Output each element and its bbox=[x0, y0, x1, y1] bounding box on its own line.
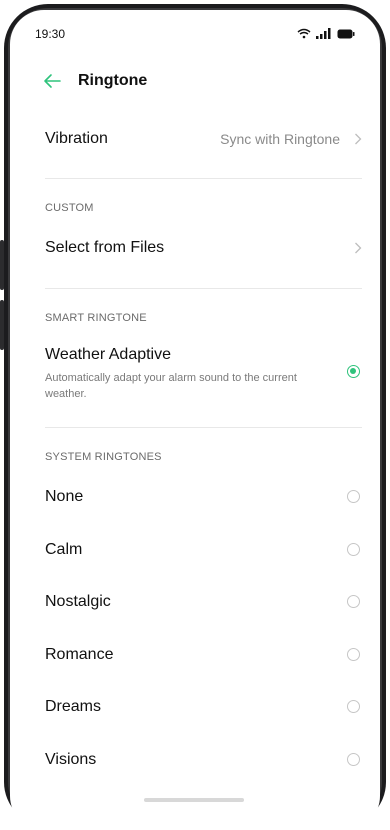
chevron-right-icon bbox=[355, 242, 362, 254]
ringtone-radio-dreams[interactable] bbox=[347, 700, 360, 713]
vibration-value: Sync with Ringtone bbox=[220, 131, 340, 147]
section-smart-ringtone: SMART RINGTONE bbox=[45, 312, 147, 324]
chevron-right-icon bbox=[355, 133, 362, 145]
vibration-label: Vibration bbox=[45, 130, 108, 147]
ringtone-item-nostalgic[interactable]: Nostalgic bbox=[45, 590, 362, 614]
app-header: Ringtone bbox=[42, 68, 147, 94]
ringtone-item-none[interactable]: None bbox=[45, 485, 362, 509]
divider bbox=[45, 427, 362, 428]
section-custom: CUSTOM bbox=[45, 202, 94, 214]
back-arrow-icon[interactable] bbox=[42, 71, 62, 91]
power-button bbox=[0, 300, 4, 350]
ringtone-label: Dreams bbox=[45, 698, 102, 715]
ringtone-item-calm[interactable]: Calm bbox=[45, 538, 362, 562]
divider bbox=[45, 288, 362, 289]
home-indicator[interactable] bbox=[144, 798, 244, 802]
ringtone-item-visions[interactable]: Visions bbox=[45, 748, 362, 772]
ringtone-item-dreams[interactable]: Dreams bbox=[45, 695, 362, 719]
weather-adaptive-row[interactable]: Weather Adaptive bbox=[45, 343, 362, 367]
weather-adaptive-radio[interactable] bbox=[347, 365, 360, 378]
ringtone-label: Calm bbox=[45, 541, 83, 558]
status-time: 19:30 bbox=[35, 27, 66, 41]
weather-adaptive-label: Weather Adaptive bbox=[45, 346, 172, 363]
select-from-files-row[interactable]: Select from Files bbox=[45, 235, 362, 261]
ringtone-radio-visions[interactable] bbox=[347, 753, 360, 766]
page-title: Ringtone bbox=[78, 72, 148, 89]
section-system-ringtones: SYSTEM RINGTONES bbox=[45, 451, 162, 463]
status-bar: 19:30 bbox=[35, 27, 355, 43]
select-from-files-label: Select from Files bbox=[45, 239, 165, 256]
ringtone-radio-romance[interactable] bbox=[347, 648, 360, 661]
ringtone-label: None bbox=[45, 488, 84, 505]
battery-icon bbox=[337, 29, 355, 38]
ringtone-label: Romance bbox=[45, 646, 114, 663]
weather-adaptive-description: Automatically adapt your alarm sound to … bbox=[45, 372, 297, 400]
ringtone-radio-calm[interactable] bbox=[347, 543, 360, 556]
ringtone-item-romance[interactable]: Romance bbox=[45, 643, 362, 667]
ringtone-radio-none[interactable] bbox=[347, 490, 360, 503]
vibration-row[interactable]: Vibration Sync with Ringtone bbox=[45, 126, 362, 152]
signal-icon bbox=[316, 28, 331, 39]
ringtone-radio-nostalgic[interactable] bbox=[347, 595, 360, 608]
status-icons bbox=[297, 28, 355, 39]
ringtone-label: Visions bbox=[45, 751, 97, 768]
wifi-icon bbox=[297, 28, 311, 39]
ringtone-label: Nostalgic bbox=[45, 593, 111, 610]
divider bbox=[45, 178, 362, 179]
volume-button bbox=[0, 240, 4, 290]
